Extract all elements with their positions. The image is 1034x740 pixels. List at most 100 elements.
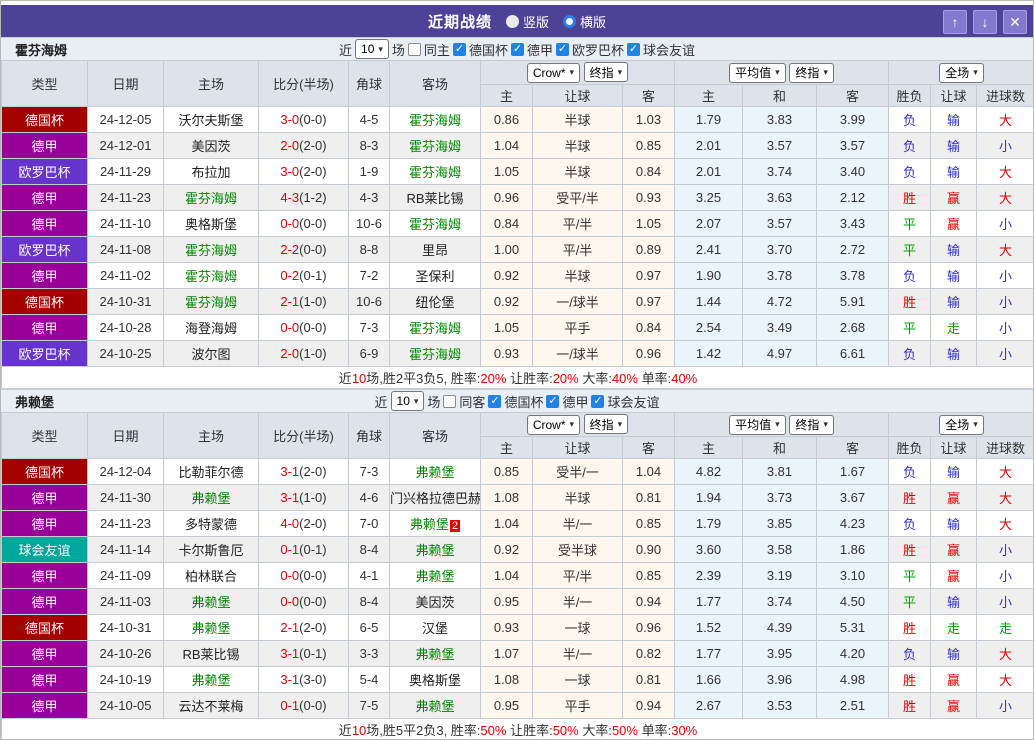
away-team-cell: 奥格斯堡	[389, 666, 481, 693]
score-fulltime: 0-1	[280, 698, 300, 713]
radio-vertical-icon[interactable]	[505, 14, 519, 28]
avg-away-cell: 6.61	[815, 340, 890, 367]
home-team-cell: 奥格斯堡	[163, 210, 259, 237]
avg-stage-select[interactable]: 终指 ▾	[789, 62, 834, 83]
result-goals-cell: 小	[976, 536, 1033, 563]
result-wdl-cell: 胜	[888, 666, 932, 693]
competition-checkbox-0[interactable]: ✓	[488, 394, 502, 408]
scope-select[interactable]: 全场 ▾	[939, 62, 984, 83]
odds-away-cell: 0.94	[622, 588, 675, 615]
avg-stage-select[interactable]: 终指 ▾	[789, 414, 834, 435]
avg-away-cell: 3.99	[815, 106, 890, 133]
competition-checkbox-2[interactable]: ✓	[555, 42, 569, 56]
avg-source-select[interactable]: 平均值 ▾	[729, 62, 786, 83]
home-team-cell: 弗赖堡	[163, 588, 259, 615]
odds-home-cell: 1.04	[480, 510, 533, 537]
score-cell: 3-1(0-1)	[258, 640, 349, 667]
match-row: 德甲 24-10-19 弗赖堡 3-1(3-0) 5-4 奥格斯堡 1.08 一球 0.81 1.…	[1, 666, 1033, 693]
avg-home-cell: 1.94	[674, 484, 743, 511]
away-team-name: 霍芬海姆	[408, 217, 461, 232]
layout-radio-vertical[interactable]: 竖版	[505, 12, 549, 31]
result-handicap-cell: 输	[930, 106, 978, 133]
score-fulltime: 0-0	[280, 216, 300, 231]
result-goals-cell: 大	[976, 158, 1033, 185]
competition-label-0: 德国杯	[468, 42, 508, 58]
summary-text: 大率:	[578, 723, 612, 738]
odds-home-cell: 0.85	[480, 458, 533, 485]
away-team-cell: 弗赖堡	[389, 562, 481, 589]
column-header: 类型	[1, 412, 88, 459]
sub-column-header: 进球数	[976, 436, 1033, 459]
competition-checkbox-1[interactable]: ✓	[510, 42, 524, 56]
odds-stage-select[interactable]: 终指 ▾	[583, 414, 629, 435]
avg-home-cell: 1.66	[674, 666, 743, 693]
layout-radio-horizontal[interactable]: 横版	[563, 12, 606, 31]
same-venue-checkbox[interactable]	[443, 394, 457, 408]
avg-away-cell: 4.20	[815, 640, 890, 667]
avg-source-select[interactable]: 平均值 ▾	[729, 414, 786, 435]
move-down-button[interactable]: ↓	[973, 10, 997, 34]
sub-column-header: 主	[674, 84, 743, 107]
away-team-cell: RB莱比锡	[389, 184, 481, 211]
odds-home-cell: 1.04	[480, 132, 533, 159]
away-team-name: RB莱比锡	[406, 191, 464, 206]
date-cell: 24-12-04	[87, 458, 164, 485]
match-row: 欧罗巴杯 24-10-25 波尔图 2-0(1-0) 6-9 霍芬海姆 0.93 一/球半 0.…	[1, 340, 1033, 367]
competition-checkbox-2[interactable]: ✓	[591, 394, 605, 408]
avg-home-cell: 2.67	[674, 692, 743, 719]
summary-cell: 近10场,胜2平3负5, 胜率:20% 让胜率:20% 大率:40% 单率:40…	[1, 366, 1033, 389]
column-header: 客场	[389, 412, 481, 459]
odds-away-cell: 0.82	[622, 640, 675, 667]
odds-stage-select[interactable]: 终指 ▾	[583, 62, 629, 83]
handicap-cell: 半球	[532, 106, 623, 133]
score-fulltime: 4-0	[280, 516, 300, 531]
score-halftime: (0-0)	[299, 216, 327, 231]
summary-text: 大率:	[578, 371, 612, 386]
sub-column-header: 让球	[532, 84, 623, 107]
competition-checkbox-0[interactable]: ✓	[452, 42, 466, 56]
result-goals-cell: 大	[976, 236, 1033, 263]
move-up-button[interactable]: ↑	[943, 10, 967, 34]
type-cell: 德甲	[1, 692, 88, 719]
competition-checkbox-1[interactable]: ✓	[546, 394, 560, 408]
odds-away-cell: 0.94	[622, 692, 675, 719]
column-header: 主场	[163, 412, 259, 459]
handicap-cell: 受半球	[532, 536, 623, 563]
recent-count-select[interactable]: 10 ▾	[390, 391, 425, 411]
type-cell: 德国杯	[1, 288, 88, 315]
result-handicap-cell: 赢	[930, 692, 978, 719]
score-cell: 2-0(2-0)	[258, 132, 349, 159]
type-cell: 德甲	[1, 262, 88, 289]
radio-horizontal-icon[interactable]	[563, 14, 576, 28]
away-team-name: 弗赖堡	[409, 517, 449, 532]
date-cell: 24-11-23	[87, 184, 164, 211]
result-goals-cell: 小	[976, 210, 1033, 237]
competition-label-2: 球会友谊	[607, 394, 660, 410]
score-fulltime: 2-1	[280, 294, 300, 309]
match-row: 德甲 24-10-26 RB莱比锡 3-1(0-1) 3-3 弗赖堡 1.07 半/一 0.82…	[1, 640, 1033, 667]
result-handicap-cell: 输	[930, 340, 978, 367]
away-team-cell: 霍芬海姆	[389, 340, 481, 367]
odds-home-cell: 1.05	[480, 314, 533, 341]
summary-text: 单率:	[637, 723, 672, 738]
type-cell: 德甲	[1, 184, 88, 211]
competition-checkbox-3[interactable]: ✓	[626, 42, 640, 56]
odds-source-select[interactable]: Crow* ▾	[526, 414, 581, 435]
close-button[interactable]: ✕	[1003, 10, 1027, 34]
odds-source-select[interactable]: Crow* ▾	[526, 62, 581, 83]
same-venue-checkbox[interactable]	[407, 42, 421, 56]
match-row: 欧罗巴杯 24-11-08 霍芬海姆 2-2(0-0) 8-8 里昂 1.00 平/半 0.89…	[1, 236, 1033, 263]
avg-draw-cell: 3.19	[742, 562, 817, 589]
home-team-cell: 霍芬海姆	[163, 262, 259, 289]
odds-home-cell: 0.93	[480, 614, 533, 641]
home-team-cell: 霍芬海姆	[163, 288, 259, 315]
away-team-cell: 霍芬海姆	[389, 106, 481, 133]
scope-select[interactable]: 全场 ▾	[939, 414, 984, 435]
sub-column-header: 主	[480, 84, 533, 107]
score-cell: 0-0(0-0)	[258, 210, 349, 237]
recent-count-select[interactable]: 10 ▾	[355, 39, 389, 59]
result-handicap-cell: 赢	[930, 562, 978, 589]
home-team-cell: 海登海姆	[163, 314, 259, 341]
away-team-name: 霍芬海姆	[408, 347, 461, 362]
odds-home-cell: 1.07	[480, 640, 533, 667]
